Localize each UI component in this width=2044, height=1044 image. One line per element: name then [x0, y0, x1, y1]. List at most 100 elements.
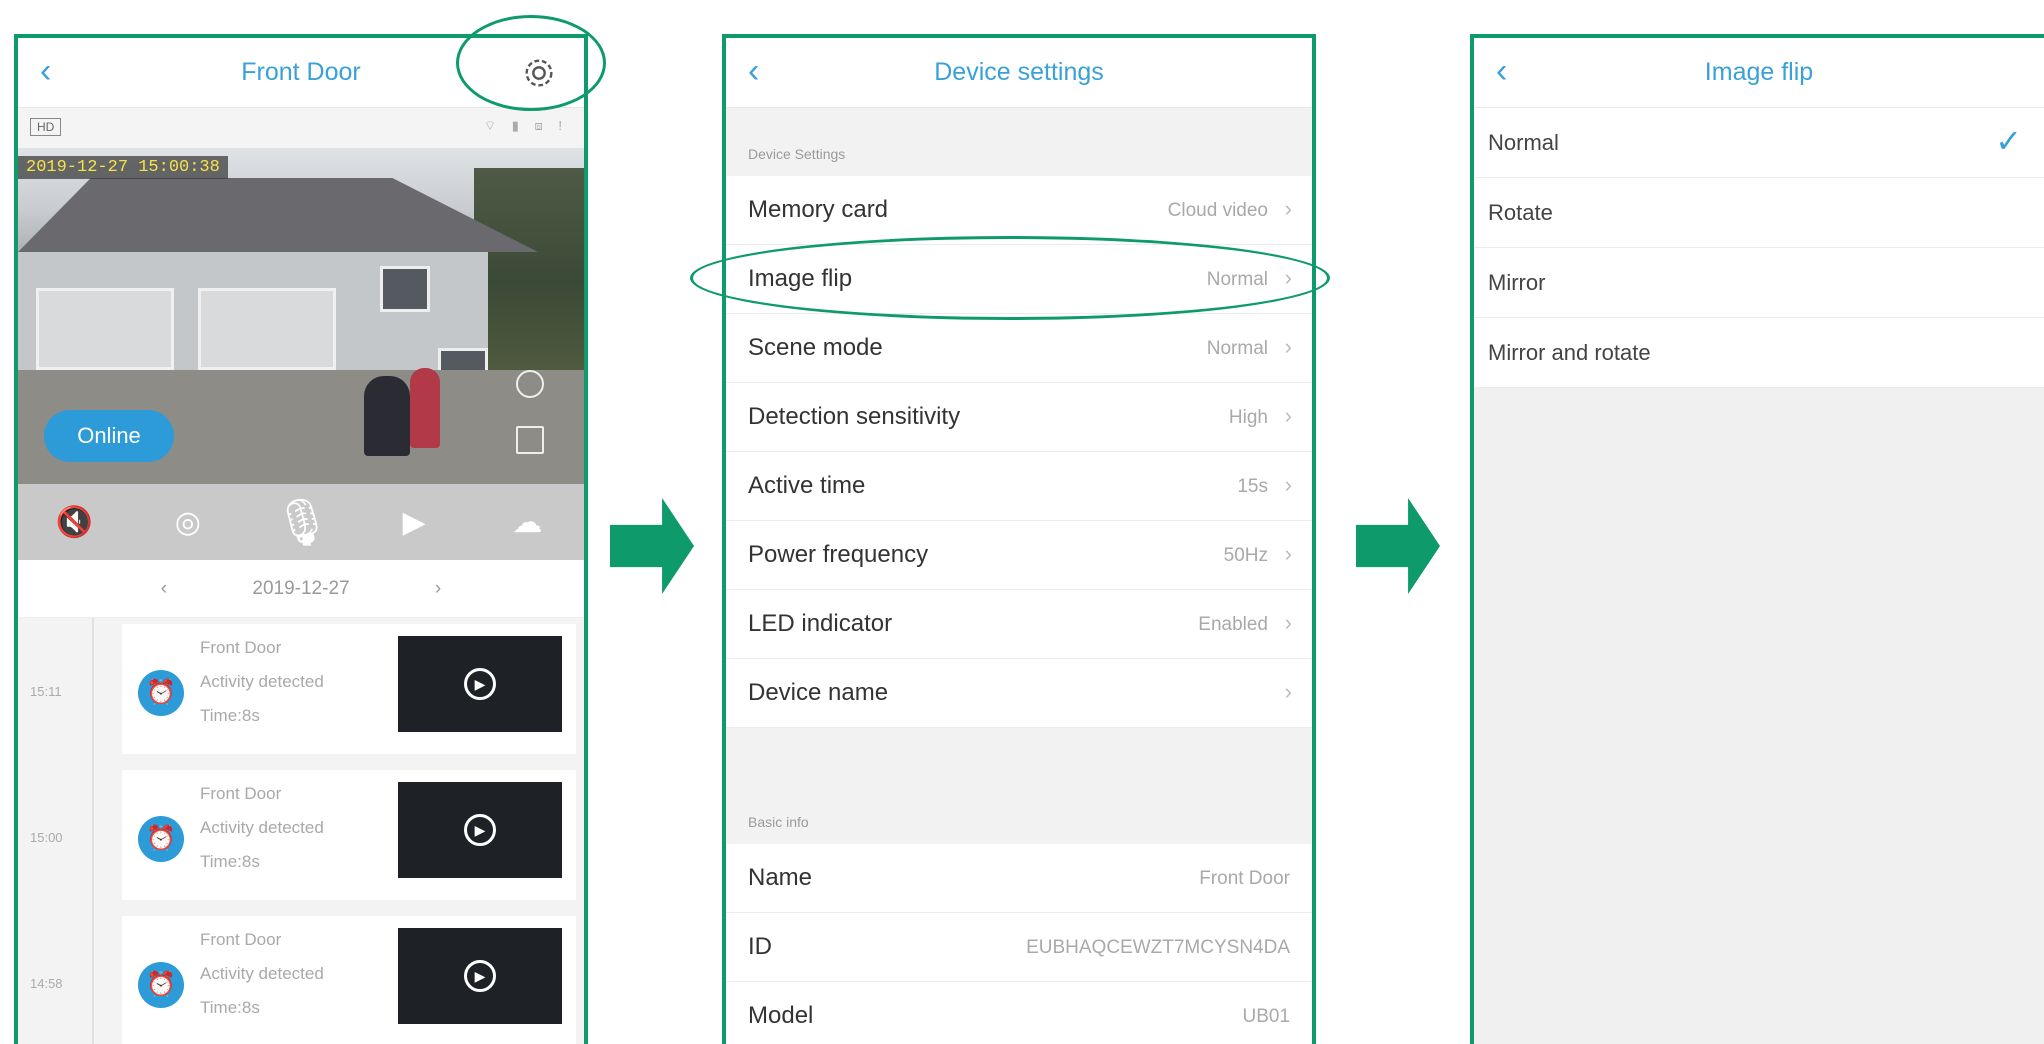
event-thumbnail[interactable]: ▶ [398, 928, 562, 1024]
list-item[interactable]: 15:00 ⏰ Front Door Activity detected Tim… [18, 770, 584, 916]
list-item[interactable]: 15:11 ⏰ Front Door Activity detected Tim… [18, 624, 584, 770]
alarm-icon: ⏰ [138, 816, 184, 862]
arrow-right-icon [1356, 498, 1440, 594]
setting-device-name[interactable]: Device name › [726, 659, 1312, 728]
garage-door [36, 288, 174, 370]
event-card[interactable]: ⏰ Front Door Activity detected Time:8s ▶ [122, 624, 576, 754]
setting-label: Memory card [748, 196, 889, 223]
event-thumbnail[interactable]: ▶ [398, 782, 562, 878]
event-activity: Activity detected [200, 964, 324, 983]
person [364, 376, 410, 456]
nav-bar: ‹ Device settings [726, 38, 1312, 108]
live-view-screen: ‹ Front Door HD ⌔ ▮ ⧈ ! 2019-12-27 15:00… [14, 34, 588, 1044]
setting-memory-card[interactable]: Memory card Cloud video › [726, 176, 1312, 245]
setting-value: High [1228, 407, 1268, 428]
image-flip-screen: ‹ Image flip Normal ✓ Rotate Mirror Mirr… [1470, 34, 2044, 1044]
setting-value: Cloud video [1167, 200, 1268, 221]
camera-icon[interactable]: ◎ [160, 505, 216, 540]
prev-date-icon[interactable]: ‹ [161, 578, 167, 599]
setting-label: Detection sensitivity [748, 403, 961, 430]
info-value: EUBHAQCEWZT7MCYSN4DA [1026, 937, 1290, 958]
event-name: Front Door [200, 784, 282, 803]
setting-detection-sensitivity[interactable]: Detection sensitivity High › [726, 383, 1312, 452]
setting-label: Device name [748, 679, 889, 706]
chevron-right-icon: › [1284, 679, 1292, 704]
next-date-icon[interactable]: › [435, 578, 441, 599]
hd-badge[interactable]: HD [30, 118, 62, 136]
date-value: 2019-12-27 [252, 578, 350, 599]
chevron-right-icon: › [1284, 334, 1292, 359]
info-label: Model [748, 1002, 814, 1029]
garage-door [198, 288, 336, 370]
option-label: Mirror and rotate [1488, 340, 1651, 365]
play-icon[interactable]: ▶ [464, 960, 496, 992]
info-name: Name Front Door [726, 844, 1312, 913]
date-picker: ‹ 2019-12-27 › [18, 560, 584, 618]
cloud-icon[interactable]: ☁ [499, 505, 555, 540]
event-thumbnail[interactable]: ▶ [398, 636, 562, 732]
annotation-ellipse [690, 236, 1330, 320]
option-normal[interactable]: Normal ✓ [1474, 108, 2044, 178]
chevron-right-icon: › [1284, 196, 1292, 221]
setting-label: Scene mode [748, 334, 883, 361]
house-roof [18, 178, 538, 252]
option-mirror[interactable]: Mirror [1474, 248, 2044, 318]
chevron-right-icon: › [1284, 610, 1292, 635]
event-card[interactable]: ⏰ Front Door Activity detected Time:8s ▶ [122, 770, 576, 900]
child [410, 368, 440, 448]
event-time: 15:00 [30, 830, 63, 845]
chevron-right-icon: › [1284, 472, 1292, 497]
list-item[interactable]: 14:58 ⏰ Front Door Activity detected Tim… [18, 916, 584, 1044]
event-activity: Activity detected [200, 672, 324, 691]
page-title: Device settings [934, 58, 1104, 86]
fullscreen-icon[interactable] [516, 426, 544, 454]
event-name: Front Door [200, 638, 282, 657]
window [380, 266, 430, 312]
play-icon[interactable]: ▶ [464, 814, 496, 846]
flip-options: Normal ✓ Rotate Mirror Mirror and rotate [1474, 108, 2044, 1044]
online-badge: Online [44, 410, 174, 462]
alarm-icon: ⏰ [138, 962, 184, 1008]
option-label: Rotate [1488, 200, 1553, 225]
chevron-right-icon: › [1284, 541, 1292, 566]
section-header: Device Settings [748, 146, 846, 162]
light-icon[interactable] [516, 370, 544, 398]
checkmark-icon: ✓ [1995, 123, 2022, 159]
event-card[interactable]: ⏰ Front Door Activity detected Time:8s ▶ [122, 916, 576, 1044]
event-duration: Time:8s [200, 998, 260, 1017]
microphone-icon[interactable]: 🎙 [273, 495, 331, 550]
option-label: Mirror [1488, 270, 1546, 295]
setting-active-time[interactable]: Active time 15s › [726, 452, 1312, 521]
live-video[interactable]: 2019-12-27 15:00:38 Online [18, 148, 584, 484]
arrow-right-icon [610, 498, 694, 594]
setting-scene-mode[interactable]: Scene mode Normal › [726, 314, 1312, 383]
info-model: Model UB01 [726, 982, 1312, 1044]
event-name: Front Door [200, 930, 282, 949]
setting-value: 15s [1237, 476, 1268, 497]
setting-value: Enabled [1198, 614, 1268, 635]
trees [474, 168, 584, 398]
info-label: Name [748, 864, 813, 891]
speaker-mute-icon[interactable]: 🔇 [47, 505, 103, 540]
info-label: ID [748, 933, 772, 960]
event-time: 15:11 [30, 684, 62, 699]
video-record-icon[interactable]: ▶ [386, 505, 442, 540]
event-list: 15:11 ⏰ Front Door Activity detected Tim… [18, 618, 584, 1044]
alarm-icon: ⏰ [138, 670, 184, 716]
play-icon[interactable]: ▶ [464, 668, 496, 700]
option-label: Normal [1488, 130, 1559, 155]
setting-label: LED indicator [748, 610, 893, 637]
section-header: Basic info [748, 814, 809, 830]
option-mirror-and-rotate[interactable]: Mirror and rotate [1474, 318, 2044, 388]
setting-led-indicator[interactable]: LED indicator Enabled › [726, 590, 1312, 659]
option-rotate[interactable]: Rotate [1474, 178, 2044, 248]
annotation-circle [456, 15, 606, 111]
setting-power-frequency[interactable]: Power frequency 50Hz › [726, 521, 1312, 590]
info-value: UB01 [1242, 1006, 1290, 1027]
setting-label: Power frequency [748, 541, 929, 568]
nav-bar: ‹ Image flip [1474, 38, 2044, 108]
event-duration: Time:8s [200, 852, 260, 871]
page-title: Image flip [1704, 58, 1814, 86]
status-icons: ⌔ ▮ ⧈ ! [483, 118, 568, 133]
video-timestamp: 2019-12-27 15:00:38 [18, 156, 228, 179]
